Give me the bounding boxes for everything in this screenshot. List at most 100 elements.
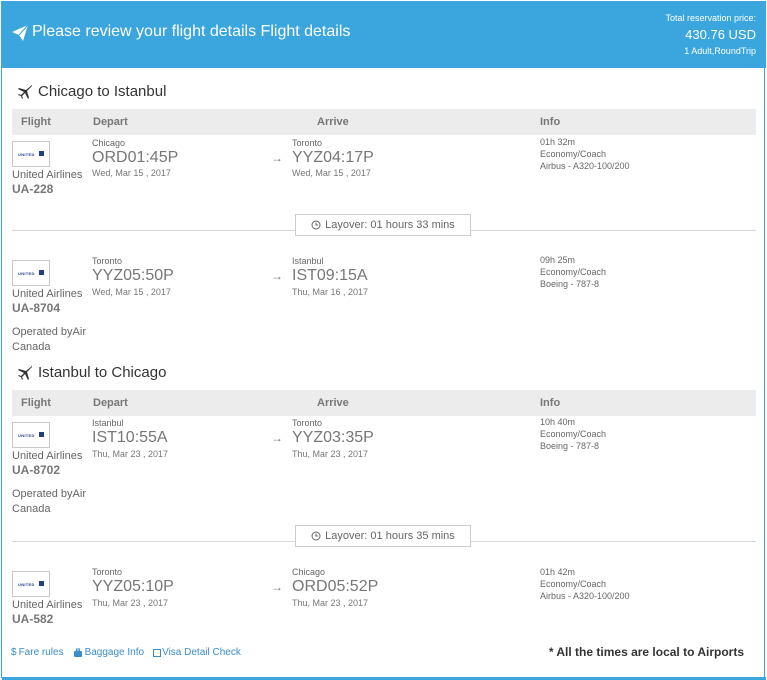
arrive-city: Chicago (292, 567, 326, 577)
arrive-city: Toronto (292, 418, 323, 428)
price-label: Total reservation price: (665, 13, 756, 23)
col-info: Info (540, 397, 561, 409)
arrive-code: YYZ (292, 429, 324, 446)
depart-code-time: YYZ05:50P (92, 267, 174, 285)
arrive-date: Wed, Mar 15 , 2017 (292, 168, 371, 178)
arrive-city: Istanbul (292, 256, 324, 266)
airline-name: United Airlines (12, 599, 83, 611)
airline-logo: UNITED (12, 260, 50, 286)
airline-logo: UNITED (12, 422, 50, 448)
layover-badge: Layover: 01 hours 35 mins (295, 525, 471, 547)
fare-rules-link[interactable]: $ Fare rules (11, 647, 64, 658)
fare-rules-label: Fare rules (18, 647, 64, 658)
airline-logo: UNITED (12, 141, 50, 167)
column-header-row: Flight Depart Arrive Info (12, 109, 756, 135)
baggage-info-link[interactable]: Baggage Info (73, 647, 145, 658)
arrive-date: Thu, Mar 16 , 2017 (292, 287, 369, 297)
depart-time: 01:45P (127, 149, 179, 166)
flight-number: UA-8702 (12, 463, 61, 477)
depart-code: ORD (92, 149, 128, 166)
cabin-class: Economy/Coach (540, 149, 607, 159)
depart-code: YYZ (92, 578, 124, 595)
airline-name: United Airlines (12, 169, 83, 181)
arrive-code: YYZ (292, 149, 324, 166)
time-note: * All the times are local to Airports (548, 645, 744, 659)
clock-icon (311, 220, 321, 230)
arrive-code-time: YYZ03:35P (292, 429, 374, 447)
depart-time: 05:50P (123, 267, 174, 284)
depart-date: Thu, Mar 23 , 2017 (92, 449, 169, 459)
flight-number: UA-8704 (12, 301, 61, 315)
col-flight: Flight (21, 397, 51, 409)
arrive-code-time: IST09:15A (292, 267, 368, 285)
passenger-summary: 1 Adult,RoundTrip (684, 46, 756, 56)
visa-check-link[interactable]: Visa Detail Check (153, 647, 241, 658)
layover-badge: Layover: 01 hours 33 mins (295, 214, 471, 236)
visa-check-label: Visa Detail Check (162, 647, 241, 658)
arrive-code-time: ORD05:52P (292, 578, 378, 596)
arrive-code-time: YYZ04:17P (292, 149, 374, 167)
airplane-icon (18, 365, 32, 380)
duration: 09h 25m (540, 255, 576, 265)
dollar-icon: $ (11, 647, 17, 658)
arrive-date: Thu, Mar 23 , 2017 (292, 449, 369, 459)
arrive-city: Toronto (292, 138, 323, 148)
arrive-time: 09:15A (316, 267, 368, 284)
footer-links: $ Fare rules Baggage Info Visa Detail Ch… (11, 647, 250, 658)
cabin-class: Economy/Coach (540, 267, 607, 277)
flight-info: 10h 40m Economy/Coach Boeing - 787-8 (540, 416, 606, 452)
paper-plane-icon (12, 24, 29, 41)
operated-by: Operated byAir Canada (12, 326, 86, 353)
airline-logo: UNITED (12, 571, 50, 597)
trip-title-text: Chicago to Istanbul (38, 83, 167, 100)
cabin-class: Economy/Coach (540, 579, 607, 589)
depart-city: Chicago (92, 138, 126, 148)
col-info: Info (540, 116, 561, 128)
arrow-right-icon: → (271, 151, 283, 165)
arrive-code: ORD (292, 578, 328, 595)
arrive-time: 04:17P (323, 149, 374, 166)
depart-city: Istanbul (92, 418, 124, 428)
col-arrive: Arrive (317, 116, 349, 128)
arrive-time: 05:52P (327, 578, 379, 595)
col-flight: Flight (21, 116, 51, 128)
aircraft: Boeing - 787-8 (540, 279, 600, 289)
price-value: 430.76 USD (685, 27, 756, 42)
baggage-info-label: Baggage Info (84, 647, 145, 658)
airline-name: United Airlines (12, 288, 83, 300)
arrive-time: 03:35P (323, 429, 374, 446)
depart-code-time: YYZ05:10P (92, 578, 174, 596)
cabin-class: Economy/Coach (540, 429, 607, 439)
duration: 10h 40m (540, 417, 576, 427)
arrow-right-icon: → (271, 269, 283, 283)
col-depart: Depart (93, 397, 128, 409)
airplane-icon (18, 84, 32, 99)
flight-info: 01h 32m Economy/Coach Airbus - A320-100/… (540, 136, 630, 172)
aircraft: Airbus - A320-100/200 (540, 161, 630, 171)
price-summary: Total reservation price: 430.76 USD 1 Ad… (665, 13, 756, 56)
depart-date: Thu, Mar 23 , 2017 (92, 598, 169, 608)
depart-time: 10:55A (116, 429, 168, 446)
arrow-right-icon: → (271, 431, 283, 445)
airline-name: United Airlines (12, 450, 83, 462)
aircraft: Airbus - A320-100/200 (540, 591, 630, 601)
depart-date: Wed, Mar 15 , 2017 (92, 287, 171, 297)
col-depart: Depart (93, 116, 128, 128)
duration: 01h 42m (540, 567, 576, 577)
trip-title-text: Istanbul to Chicago (38, 364, 167, 381)
page-title: Please review your flight details Flight… (32, 23, 351, 40)
depart-code-time: IST10:55A (92, 429, 168, 447)
checkbox-icon (153, 648, 162, 657)
clock-icon (311, 531, 321, 541)
header-bar: Please review your flight details Flight… (2, 1, 766, 68)
flight-number: UA-582 (12, 612, 54, 626)
duration: 01h 32m (540, 137, 576, 147)
arrow-right-icon: → (271, 580, 283, 594)
depart-date: Wed, Mar 15 , 2017 (92, 168, 171, 178)
flight-info: 09h 25m Economy/Coach Boeing - 787-8 (540, 254, 606, 290)
layover-text: Layover: 01 hours 33 mins (325, 219, 455, 231)
col-arrive: Arrive (317, 397, 349, 409)
arrive-date: Thu, Mar 23 , 2017 (292, 598, 369, 608)
depart-code: IST (92, 429, 117, 446)
flight-info: 01h 42m Economy/Coach Airbus - A320-100/… (540, 566, 630, 602)
